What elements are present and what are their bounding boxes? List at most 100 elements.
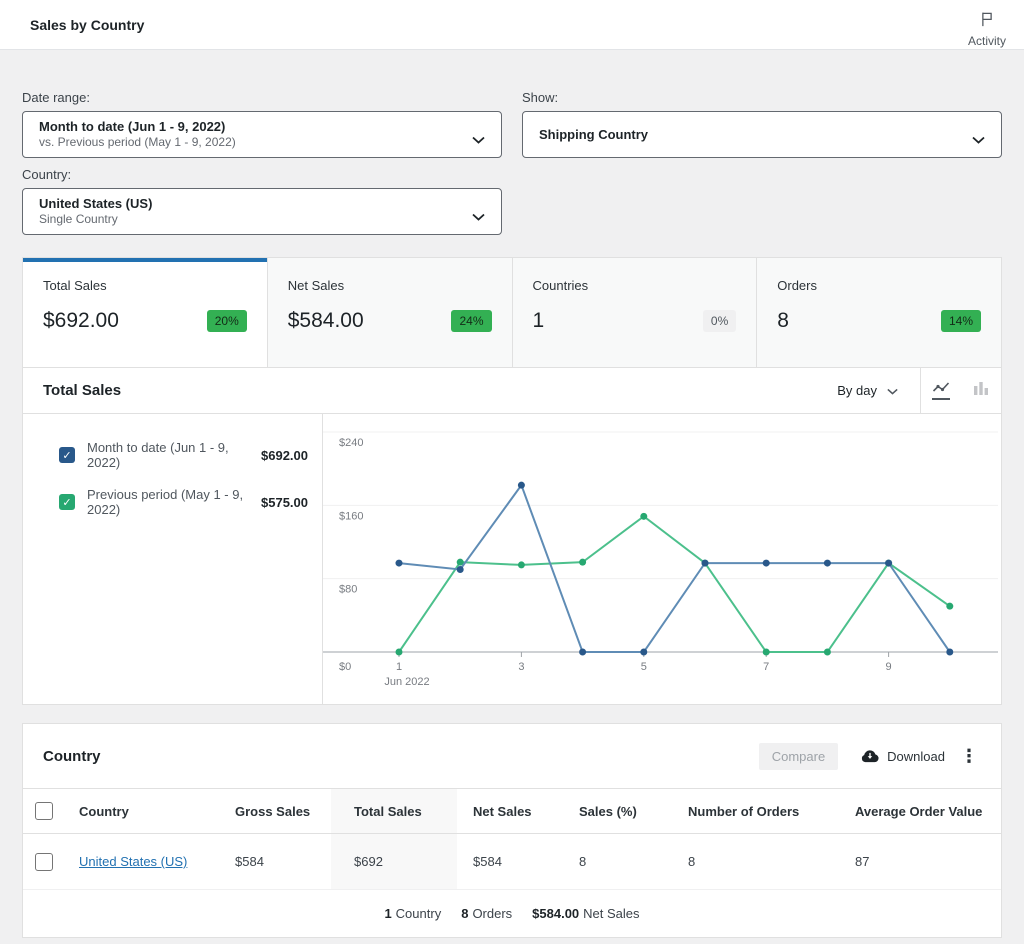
download-button[interactable]: Download: [860, 747, 945, 766]
table-row: United States (US) $584 $692 $584 8 8 87: [23, 834, 1001, 890]
date-range-label: Date range:: [22, 90, 502, 105]
column-header-number-of-orders[interactable]: Number of Orders: [672, 789, 839, 833]
country-link[interactable]: United States (US): [79, 854, 187, 869]
stat-label: Total Sales: [43, 278, 247, 293]
country-table-panel: Country Compare Download ⋮ Coun: [22, 723, 1002, 938]
interval-select[interactable]: By day: [815, 368, 920, 413]
line-chart-icon: [932, 381, 950, 400]
table-header-bar: Country Compare Download ⋮: [23, 724, 1001, 788]
download-label: Download: [887, 749, 945, 764]
row-checkbox[interactable]: [35, 853, 53, 871]
show-filter: Show: Shipping Country: [522, 90, 1002, 235]
stat-value: 1: [533, 309, 545, 333]
stat-change-badge: 14%: [941, 310, 981, 332]
stat-label: Countries: [533, 278, 737, 293]
summary-net-sales: $584.00Net Sales: [532, 906, 639, 921]
chevron-down-icon: [887, 383, 898, 398]
chevron-down-icon: [972, 131, 985, 149]
column-header-sales-pct[interactable]: Sales (%): [563, 789, 672, 833]
svg-text:5: 5: [641, 661, 647, 673]
checkbox-checked-icon: ✓: [59, 447, 75, 463]
stat-value: $584.00: [288, 309, 364, 333]
legend-item-current-period[interactable]: ✓ Month to date (Jun 1 - 9, 2022) $692.0…: [59, 440, 308, 470]
cell-gross-sales: $584: [227, 834, 331, 889]
flag-icon: [978, 10, 996, 33]
show-filter-label: Show:: [522, 90, 1002, 105]
svg-text:$80: $80: [339, 584, 357, 596]
sales-line-chart: $80$160$240$013579Jun 2022: [323, 414, 998, 704]
country-value: United States (US): [39, 196, 457, 212]
chevron-down-icon: [472, 208, 485, 226]
top-header-bar: Sales by Country Activity: [0, 0, 1024, 50]
svg-text:Jun 2022: Jun 2022: [384, 676, 429, 688]
activity-label: Activity: [968, 34, 1006, 48]
summary-orders: 8Orders: [461, 906, 512, 921]
show-select[interactable]: Shipping Country: [522, 111, 1002, 158]
chart-legend: ✓ Month to date (Jun 1 - 9, 2022) $692.0…: [23, 414, 323, 704]
date-range-compare-value: vs. Previous period (May 1 - 9, 2022): [39, 135, 457, 150]
activity-button[interactable]: Activity: [968, 2, 1006, 48]
legend-label: Previous period (May 1 - 9, 2022): [87, 487, 251, 517]
legend-item-previous-period[interactable]: ✓ Previous period (May 1 - 9, 2022) $575…: [59, 487, 308, 517]
svg-text:1: 1: [396, 661, 402, 673]
page-title: Sales by Country: [30, 17, 144, 33]
chart-body: ✓ Month to date (Jun 1 - 9, 2022) $692.0…: [23, 414, 1001, 704]
stat-change-badge: 0%: [703, 310, 736, 332]
stat-label: Net Sales: [288, 278, 492, 293]
line-chart-button[interactable]: [921, 368, 961, 413]
country-select[interactable]: United States (US) Single Country: [22, 188, 502, 235]
stat-label: Orders: [777, 278, 981, 293]
tab-net-sales[interactable]: Net Sales $584.00 24%: [268, 258, 513, 367]
show-value: Shipping Country: [539, 127, 957, 143]
svg-text:9: 9: [886, 661, 892, 673]
table-menu-button[interactable]: ⋮: [951, 746, 987, 767]
legend-label: Month to date (Jun 1 - 9, 2022): [87, 440, 251, 470]
cell-total-sales: $692: [331, 834, 457, 889]
tab-orders[interactable]: Orders 8 14%: [757, 258, 1001, 367]
legend-value: $575.00: [251, 495, 308, 510]
column-header-gross-sales[interactable]: Gross Sales: [227, 789, 331, 833]
tab-total-sales[interactable]: Total Sales $692.00 20%: [23, 258, 268, 367]
svg-text:$240: $240: [339, 437, 363, 449]
select-all-checkbox[interactable]: [35, 802, 53, 820]
stat-value: $692.00: [43, 309, 119, 333]
cell-net-sales: $584: [457, 834, 563, 889]
stat-tabs: Total Sales $692.00 20% Net Sales $584.0…: [23, 258, 1001, 368]
country-filter: Country: United States (US) Single Count…: [22, 167, 502, 235]
cell-average-order-value: 87: [839, 834, 999, 889]
svg-text:7: 7: [763, 661, 769, 673]
report-filters: Date range: Month to date (Jun 1 - 9, 20…: [22, 90, 1002, 235]
table-column-header-row: Country Gross Sales Total Sales Net Sale…: [23, 788, 1001, 834]
country-filter-label: Country:: [22, 167, 502, 182]
column-header-average-order-value[interactable]: Average Order Value: [839, 789, 999, 833]
date-range-value: Month to date (Jun 1 - 9, 2022): [39, 119, 457, 135]
svg-text:$0: $0: [339, 661, 351, 673]
performance-chart-panel: Total Sales $692.00 20% Net Sales $584.0…: [22, 257, 1002, 705]
country-mode-value: Single Country: [39, 212, 457, 227]
chart-plot-area[interactable]: $80$160$240$013579Jun 2022: [323, 414, 1001, 704]
stat-change-badge: 24%: [451, 310, 491, 332]
svg-text:$160: $160: [339, 510, 363, 522]
stat-change-badge: 20%: [207, 310, 247, 332]
checkbox-checked-icon: ✓: [59, 494, 75, 510]
sales-by-country-page: Sales by Country Activity Date range: Mo…: [0, 0, 1024, 944]
cloud-download-icon: [860, 747, 880, 766]
table-summary-row: 1Country 8Orders $584.00Net Sales: [23, 890, 1001, 937]
column-header-country[interactable]: Country: [67, 789, 227, 833]
summary-countries: 1Country: [384, 906, 441, 921]
column-header-total-sales[interactable]: Total Sales: [331, 789, 457, 833]
bar-chart-button[interactable]: [961, 368, 1001, 413]
bar-chart-icon: [973, 381, 989, 400]
report-content: Date range: Month to date (Jun 1 - 9, 20…: [0, 90, 1024, 938]
chart-type-toggle: [920, 368, 1001, 413]
chart-header: Total Sales By day: [23, 368, 1001, 414]
tab-countries[interactable]: Countries 1 0%: [513, 258, 758, 367]
date-range-select[interactable]: Month to date (Jun 1 - 9, 2022) vs. Prev…: [22, 111, 502, 158]
legend-value: $692.00: [251, 448, 308, 463]
column-header-net-sales[interactable]: Net Sales: [457, 789, 563, 833]
table-title: Country: [43, 748, 759, 765]
compare-button[interactable]: Compare: [759, 743, 838, 770]
cell-number-of-orders: 8: [672, 834, 839, 889]
stat-value: 8: [777, 309, 789, 333]
chart-title: Total Sales: [23, 382, 815, 399]
